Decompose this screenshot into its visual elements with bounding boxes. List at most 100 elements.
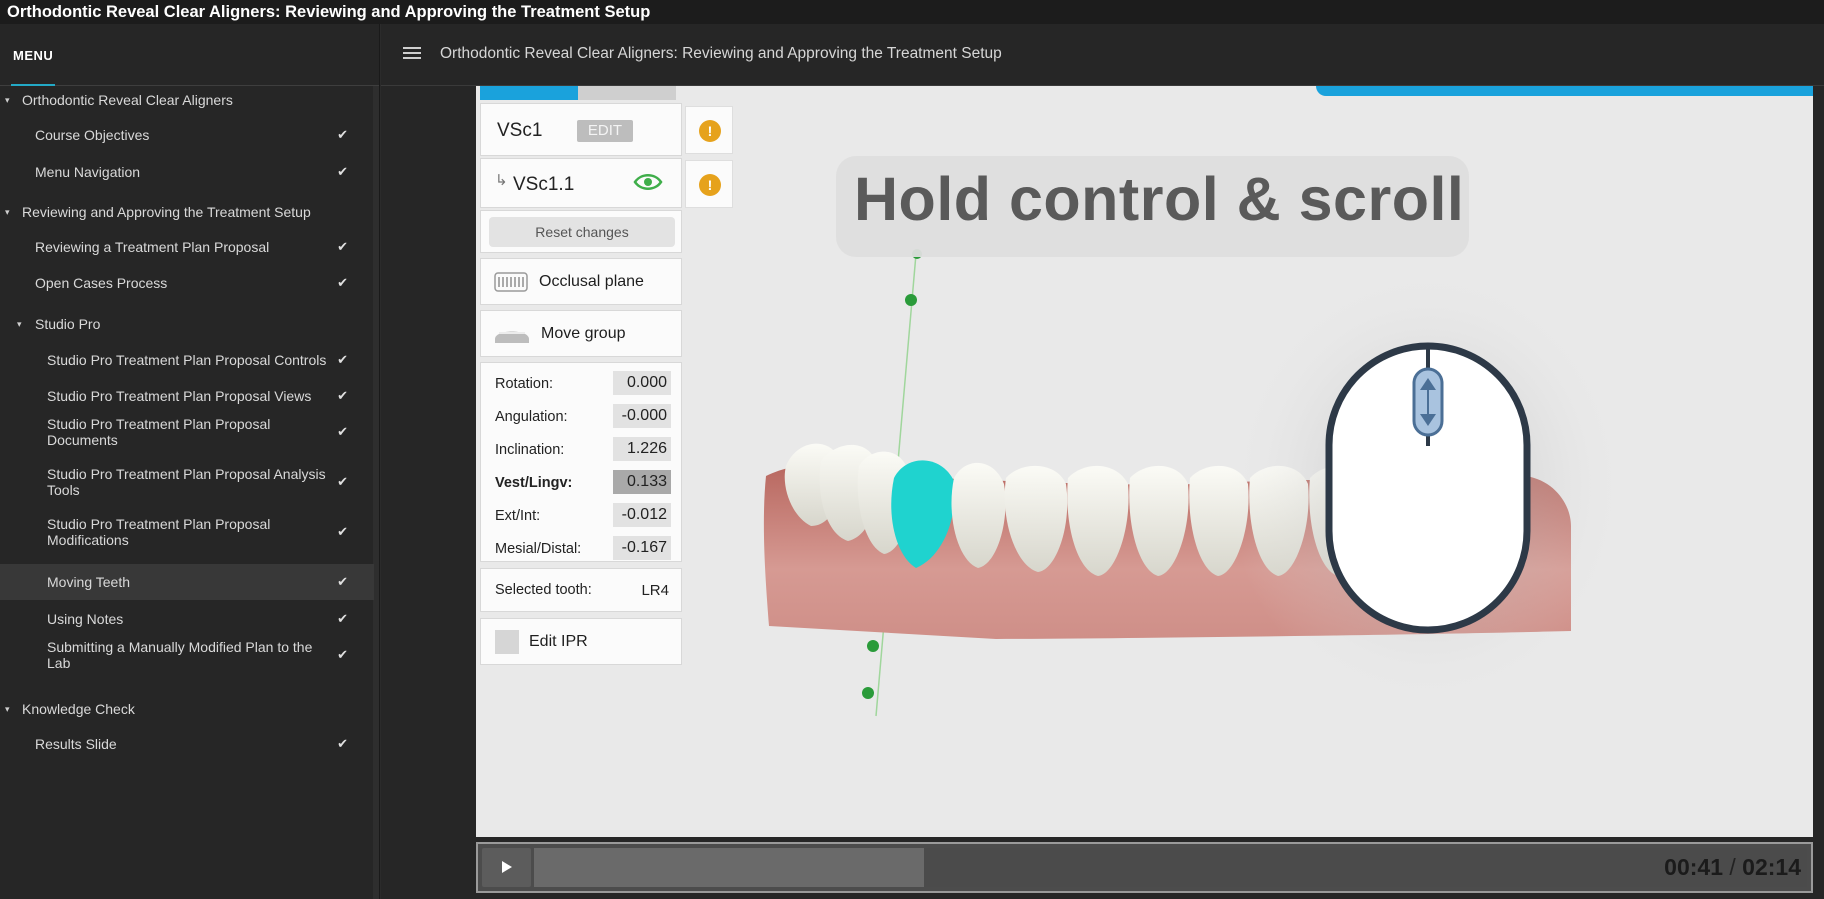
occlusal-plane-tool[interactable]: Occlusal plane [480, 258, 682, 305]
completed-check-icon: ✔ [337, 524, 348, 539]
sidebar-item[interactable]: Open Cases Process ✔ [0, 266, 374, 300]
sidebar-item[interactable]: ▾ Knowledge Check [0, 694, 374, 724]
sidebar-item-label: Studio Pro Treatment Plan Proposal Analy… [47, 466, 326, 498]
scenario-card-vsc11[interactable]: ↳ VSc1.1 [480, 158, 682, 208]
top-bar: Orthodontic Reveal Clear Aligners: Revie… [381, 24, 1824, 86]
sidebar-item-label: Menu Navigation [35, 164, 141, 180]
parameter-value-field[interactable]: -0.000 [613, 404, 671, 428]
sidebar-item[interactable]: Course Objectives ✔ [0, 118, 374, 152]
completed-check-icon: ✔ [337, 388, 348, 403]
seek-bar[interactable] [534, 848, 1807, 887]
parameter-name: Mesial/Distal: [495, 541, 582, 557]
sidebar-item-label: Studio Pro [35, 316, 101, 332]
completed-check-icon: ✔ [337, 127, 348, 142]
sidebar-item[interactable]: ▾ Orthodontic Reveal Clear Aligners [0, 85, 374, 115]
video-frame[interactable]: Hold control & scroll VSc1 EDIT ! ↳ VSc1… [476, 86, 1813, 837]
sidebar-item[interactable]: Studio Pro Treatment Plan Proposal Analy… [0, 460, 374, 504]
expand-caret-icon[interactable]: ▾ [5, 701, 10, 717]
parameter-row: Angulation: -0.000 [495, 404, 671, 428]
parameter-name: Angulation: [495, 409, 568, 425]
scenario-card-vsc1[interactable]: VSc1 EDIT [480, 103, 682, 156]
branch-icon: ↳ [495, 172, 508, 189]
sidebar-item[interactable]: ▾ Studio Pro [0, 309, 374, 339]
completed-check-icon: ✔ [337, 647, 348, 662]
instruction-text: Hold control & scroll [854, 165, 1465, 233]
completed-check-icon: ✔ [337, 352, 348, 367]
selected-tooth-card: Selected tooth: LR4 [480, 568, 682, 612]
completed-check-icon: ✔ [337, 574, 348, 589]
completed-check-icon: ✔ [337, 611, 348, 626]
move-group-label: Move group [541, 325, 626, 342]
edit-ipr-checkbox[interactable] [495, 630, 519, 654]
occlusal-plane-icon [494, 272, 528, 292]
sidebar-item[interactable]: ▾ Reviewing and Approving the Treatment S… [0, 197, 374, 227]
sidebar-item-label: Orthodontic Reveal Clear Aligners [22, 92, 233, 108]
time-separator: / [1729, 854, 1736, 880]
menu-header: MENU [0, 24, 379, 86]
move-group-icon [495, 331, 529, 343]
sidebar-item[interactable]: Studio Pro Treatment Plan Proposal Contr… [0, 343, 374, 377]
sidebar-item[interactable]: Results Slide ✔ [0, 727, 374, 761]
sidebar-item[interactable]: Studio Pro Treatment Plan Proposal Views… [0, 379, 374, 413]
selected-tooth-value: LR4 [641, 582, 669, 599]
selected-tooth-label: Selected tooth: [495, 582, 592, 598]
time-display: 00:41 / 02:14 [1664, 854, 1801, 881]
move-group-tool[interactable]: Move group [480, 310, 682, 357]
parameter-row: Mesial/Distal: -0.167 [495, 536, 671, 560]
sidebar-item-label: Studio Pro Treatment Plan Proposal Modif… [47, 516, 271, 548]
edit-ipr-card[interactable]: Edit IPR [480, 618, 682, 665]
expand-caret-icon[interactable]: ▾ [5, 204, 10, 220]
menu-tab-label[interactable]: MENU [13, 48, 53, 63]
sidebar-item[interactable]: Submitting a Manually Modified Plan to t… [0, 633, 374, 677]
sidebar-item[interactable]: Menu Navigation ✔ [0, 155, 374, 189]
completed-check-icon: ✔ [337, 239, 348, 254]
sidebar-item-label: Reviewing a Treatment Plan Proposal [35, 239, 270, 255]
parameter-value-field[interactable]: 0.000 [613, 371, 671, 395]
completed-check-icon: ✔ [337, 275, 348, 290]
sidebar-item-label: Course Objectives [35, 127, 150, 143]
mouse-scroll-illustration [1228, 266, 1628, 706]
sidebar-item[interactable]: Moving Teeth ✔ [0, 564, 374, 600]
edit-ipr-label: Edit IPR [529, 633, 588, 650]
warning-badge[interactable]: ! [685, 160, 733, 208]
parameter-row: Ext/Int: -0.012 [495, 503, 671, 527]
occlusal-plane-label: Occlusal plane [539, 273, 644, 290]
eye-icon[interactable] [633, 173, 663, 191]
completed-check-icon: ✔ [337, 164, 348, 179]
current-time: 00:41 [1664, 854, 1723, 880]
seek-bar-progress [534, 848, 924, 887]
expand-caret-icon[interactable]: ▾ [5, 92, 10, 108]
parameter-name: Vest/Lingv: [495, 475, 573, 491]
parameter-value-field[interactable]: 0.133 [613, 470, 671, 494]
sidebar-item-label: Results Slide [35, 736, 117, 752]
sidebar-item-label: Studio Pro Treatment Plan Proposal Docum… [47, 416, 271, 448]
warning-badge[interactable]: ! [685, 106, 733, 154]
sidebar-item-label: Using Notes [47, 611, 124, 627]
sidebar-item-label: Knowledge Check [22, 701, 135, 717]
play-icon [502, 861, 512, 873]
parameter-value-field[interactable]: -0.167 [613, 536, 671, 560]
tooth-parameters-card: Rotation: 0.000 Angulation: -0.000 Inclinati… [480, 362, 682, 562]
sidebar-item[interactable]: Reviewing a Treatment Plan Proposal ✔ [0, 230, 374, 264]
sidebar-item-label: Open Cases Process [35, 275, 168, 291]
parameter-value-field[interactable]: -0.012 [613, 503, 671, 527]
sidebar-item[interactable]: Using Notes ✔ [0, 602, 374, 636]
parameter-row: Vest/Lingv: 0.133 [495, 470, 671, 494]
completed-check-icon: ✔ [337, 736, 348, 751]
expand-caret-icon[interactable]: ▾ [17, 316, 22, 332]
parameter-name: Inclination: [495, 442, 565, 458]
scenario-name: VSc1.1 [513, 174, 575, 195]
reset-card: Reset changes [480, 210, 682, 253]
reset-changes-button[interactable]: Reset changes [489, 217, 675, 247]
parameter-value-field[interactable]: 1.226 [613, 437, 671, 461]
video-player-controls: 00:41 / 02:14 [476, 842, 1813, 893]
parameter-row: Inclination: 1.226 [495, 437, 671, 461]
hamburger-icon[interactable] [403, 47, 421, 61]
edit-button[interactable]: EDIT [577, 120, 633, 142]
sidebar-item[interactable]: Studio Pro Treatment Plan Proposal Docum… [0, 410, 374, 454]
sidebar-item[interactable]: Studio Pro Treatment Plan Proposal Modif… [0, 510, 374, 554]
window-title: Orthodontic Reveal Clear Aligners: Revie… [0, 0, 1824, 24]
play-button[interactable] [482, 848, 531, 887]
warning-icon: ! [699, 174, 721, 196]
sidebar-item-label: Moving Teeth [47, 574, 131, 590]
